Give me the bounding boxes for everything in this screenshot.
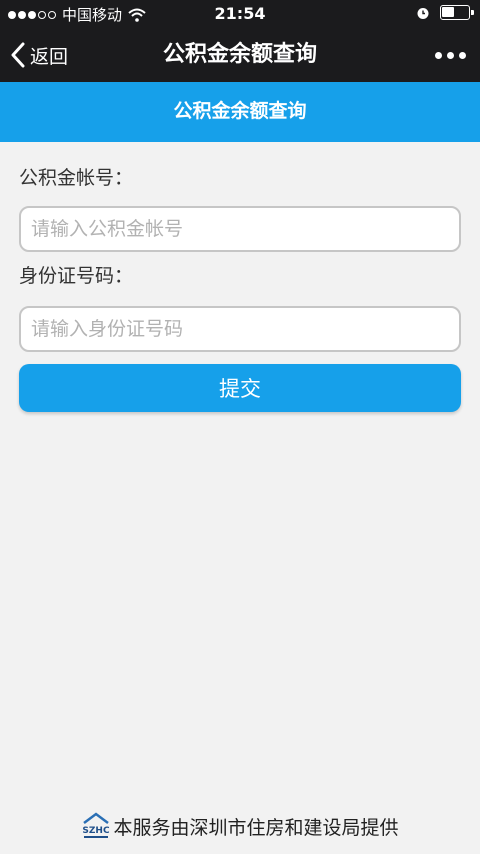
footer: SZHC 本服务由深圳市住房和建设局提供 (0, 808, 480, 844)
account-label: 公积金帐号： (19, 167, 134, 189)
status-right (416, 5, 474, 20)
more-dot-icon (459, 51, 466, 59)
submit-button[interactable]: 提交 (19, 364, 461, 412)
svg-text:SZHC: SZHC (83, 826, 111, 836)
navigation-bar: 返回 公积金余额查询 (0, 28, 480, 82)
status-time: 21:54 (214, 4, 266, 23)
more-dot-icon (435, 51, 442, 59)
back-button[interactable]: 返回 (10, 28, 68, 82)
balance-query-form: 公积金帐号： 身份证号码： 提交 (19, 142, 461, 412)
battery-icon (440, 5, 474, 20)
footer-provider-text: 本服务由深圳市住房和建设局提供 (113, 816, 399, 839)
housing-bureau-logo: SZHC (83, 812, 111, 838)
account-number-input[interactable] (19, 206, 461, 252)
more-dot-icon (447, 51, 454, 59)
chevron-left-icon (11, 42, 25, 68)
id-number-label: 身份证号码： (19, 265, 134, 287)
alarm-clock-icon (417, 7, 429, 19)
status-bar: 中国移动 21:54 (0, 0, 480, 28)
page-header-title: 公积金余额查询 (0, 82, 480, 142)
more-options-button[interactable] (435, 28, 466, 82)
back-label: 返回 (30, 45, 69, 68)
id-number-input[interactable] (19, 306, 461, 352)
nav-title: 公积金余额查询 (162, 42, 317, 67)
